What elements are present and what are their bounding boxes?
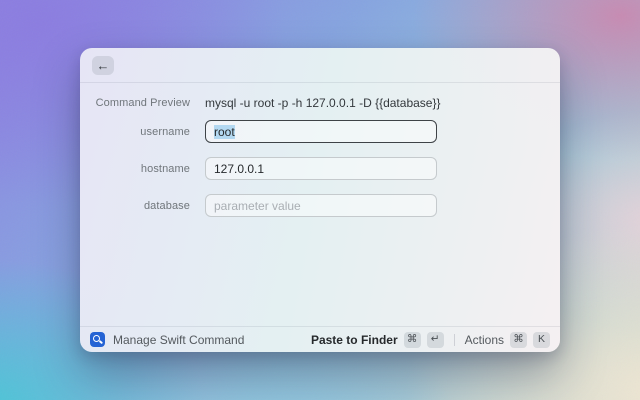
- command-form-window: ← Command Preview mysql -u root -p -h 12…: [80, 48, 560, 352]
- k-key-icon: K: [533, 331, 550, 348]
- form-content: Command Preview mysql -u root -p -h 127.…: [80, 83, 560, 326]
- command-preview-value: mysql -u root -p -h 127.0.0.1 -D {{datab…: [205, 96, 441, 110]
- username-row: username root: [80, 120, 560, 143]
- swift-command-app-icon: [90, 332, 105, 347]
- database-row: database parameter value: [80, 194, 560, 217]
- footer-actions: Paste to Finder ⌘ ↵ Actions ⌘ K: [311, 331, 550, 348]
- window-header: ←: [80, 48, 560, 83]
- command-title: Manage Swift Command: [113, 332, 245, 347]
- actions-menu-button[interactable]: Actions: [465, 333, 504, 347]
- back-button[interactable]: ←: [92, 55, 114, 75]
- hostname-value: 127.0.0.1: [214, 161, 265, 176]
- hostname-input[interactable]: 127.0.0.1: [205, 157, 437, 180]
- database-placeholder: parameter value: [214, 198, 301, 213]
- database-label: database: [143, 199, 190, 212]
- footer-app-info: Manage Swift Command: [90, 332, 311, 347]
- command-preview-label: Command Preview: [95, 97, 190, 109]
- username-input[interactable]: root: [205, 120, 437, 143]
- window-footer: Manage Swift Command Paste to Finder ⌘ ↵…: [80, 326, 560, 352]
- paste-to-finder-button[interactable]: Paste to Finder: [311, 333, 398, 347]
- command-preview-row: Command Preview mysql -u root -p -h 127.…: [80, 96, 560, 110]
- return-key-icon: ↵: [426, 331, 444, 348]
- command-key-icon: ⌘: [403, 331, 421, 348]
- hostname-row: hostname 127.0.0.1: [80, 157, 560, 180]
- username-value-selected: root: [214, 124, 235, 139]
- database-input[interactable]: parameter value: [205, 194, 437, 217]
- back-arrow-icon: ←: [96, 57, 110, 73]
- username-label: username: [140, 125, 190, 138]
- app-icon-tail: [98, 340, 103, 344]
- hostname-label: hostname: [140, 162, 190, 175]
- command-key-icon: ⌘: [510, 331, 527, 348]
- footer-actions-divider: [453, 333, 455, 346]
